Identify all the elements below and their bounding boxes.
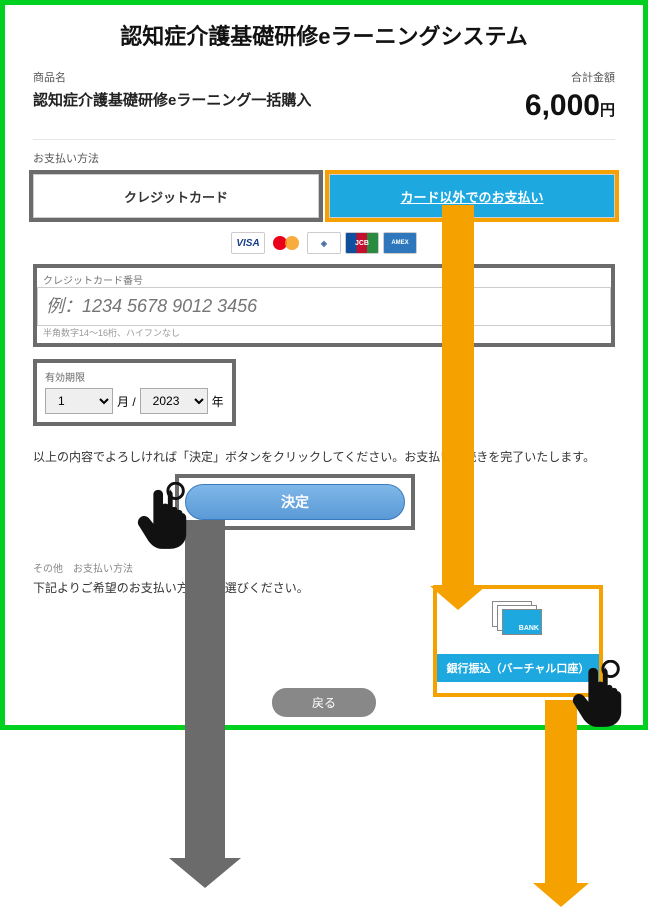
orange-arrow-1 <box>442 205 474 588</box>
jcb-icon: JCB <box>345 232 379 254</box>
bank-icon: BANK <box>492 601 544 637</box>
divider <box>33 139 615 140</box>
total-amount: 6,000 <box>525 89 600 122</box>
confirm-text: 以上の内容でよろしければ「決定」ボタンをクリックしてください。お支払い手続きを完… <box>5 426 643 474</box>
expiry-month-select[interactable]: 1 <box>45 388 113 414</box>
amex-icon: AMEX <box>383 232 417 254</box>
pointer-hand-icon-2 <box>570 660 628 728</box>
card-number-label: クレジットカード番号 <box>37 268 611 287</box>
gray-arrow <box>185 520 225 860</box>
month-unit: 月 / <box>117 393 136 410</box>
total-label: 合計金額 <box>324 69 615 85</box>
card-number-input[interactable] <box>37 287 611 326</box>
payment-method-label: お支払い方法 <box>5 150 643 170</box>
back-button[interactable]: 戻る <box>272 688 376 717</box>
product-label: 商品名 <box>33 69 324 85</box>
expiry-year-select[interactable]: 2023 <box>140 388 208 414</box>
card-number-hint: 半角数字14～16桁、ハイフンなし <box>37 326 611 343</box>
currency-label: 円 <box>600 102 615 119</box>
diners-icon: ◈ <box>307 232 341 254</box>
mastercard-icon <box>269 232 303 254</box>
pointer-hand-icon <box>135 482 193 550</box>
expiry-label: 有効期限 <box>45 369 224 384</box>
page-title: 認知症介護基礎研修eラーニングシステム <box>5 5 643 61</box>
card-logos: VISA ◈ JCB AMEX <box>5 218 643 264</box>
credit-card-tab[interactable]: クレジットカード <box>33 174 319 218</box>
year-unit: 年 <box>212 393 224 410</box>
product-name: 認知症介護基礎研修eラーニング一括購入 <box>33 89 324 110</box>
submit-button[interactable]: 決定 <box>185 484 405 520</box>
visa-icon: VISA <box>231 232 265 254</box>
other-payment-label: その他 お支払い方法 <box>33 560 615 575</box>
